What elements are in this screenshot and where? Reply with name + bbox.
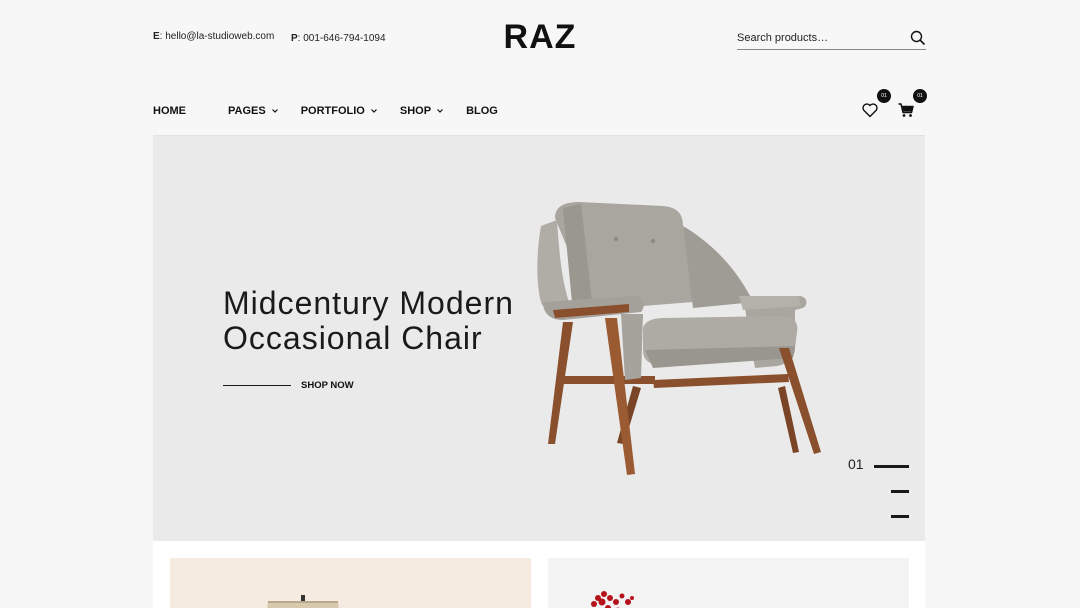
wishlist-count-badge: 01 (877, 89, 891, 103)
search-box (737, 28, 926, 50)
email-label: E (153, 31, 160, 42)
nav-item-home[interactable]: HOME (153, 105, 186, 117)
lamp-image (267, 595, 339, 608)
armchair-image (537, 202, 821, 475)
search-icon[interactable] (910, 30, 926, 46)
nav-item-pages[interactable]: PAGES (228, 105, 279, 117)
phone-value: : 001-646-794-1094 (297, 33, 386, 44)
site-logo[interactable]: RAZ (504, 18, 577, 56)
cart-icon (898, 103, 914, 117)
nav-item-label: PAGES (228, 105, 266, 117)
email-value: : hello@la-studioweb.com (159, 31, 275, 42)
hero-slider: Midcentury Modern Occasional Chair SHOP … (153, 135, 925, 541)
cart-count-badge: 01 (913, 89, 927, 103)
chevron-down-icon (437, 109, 443, 113)
cta-line (223, 385, 291, 386)
shop-now-label: SHOP NOW (301, 380, 354, 391)
nav-item-label: BLOG (466, 105, 498, 117)
hero-title-line-1: Midcentury Modern (223, 285, 514, 321)
nav-item-label: SHOP (399, 105, 432, 117)
hero-title: Midcentury Modern Occasional Chair (223, 286, 514, 356)
nav-item-label: PORTFOLIO (300, 105, 365, 117)
banner-card-flowers[interactable] (548, 558, 909, 608)
slide-number: 01 (848, 456, 864, 472)
slider-dot-3[interactable] (891, 515, 909, 518)
main-nav: HOME PAGES PORTFOLIO SHOP BLOG (153, 105, 498, 117)
nav-item-label: HOME (153, 105, 186, 117)
wishlist-button[interactable]: 01 (861, 89, 891, 119)
cart-button[interactable]: 01 (897, 89, 927, 119)
contact-phone: P: 001-646-794-1094 (291, 33, 386, 44)
search-input[interactable] (737, 28, 907, 48)
hero-title-line-2: Occasional Chair (223, 320, 483, 356)
nav-item-portfolio[interactable]: PORTFOLIO (301, 105, 378, 117)
contact-email: E: hello@la-studioweb.com (153, 31, 274, 42)
nav-item-blog[interactable]: BLOG (466, 105, 498, 117)
phone-label: P (291, 33, 298, 44)
nav-item-shop[interactable]: SHOP (400, 105, 444, 117)
chevron-down-icon (271, 109, 278, 113)
banner-card-lamp[interactable] (170, 558, 531, 608)
chevron-down-icon (370, 109, 377, 113)
heart-icon (862, 103, 878, 118)
slider-dot-2[interactable] (891, 490, 909, 493)
banner-section (153, 541, 925, 608)
shop-now-link[interactable]: SHOP NOW (223, 380, 354, 391)
flowers-image (591, 591, 634, 608)
slider-dot-1[interactable] (874, 465, 909, 468)
